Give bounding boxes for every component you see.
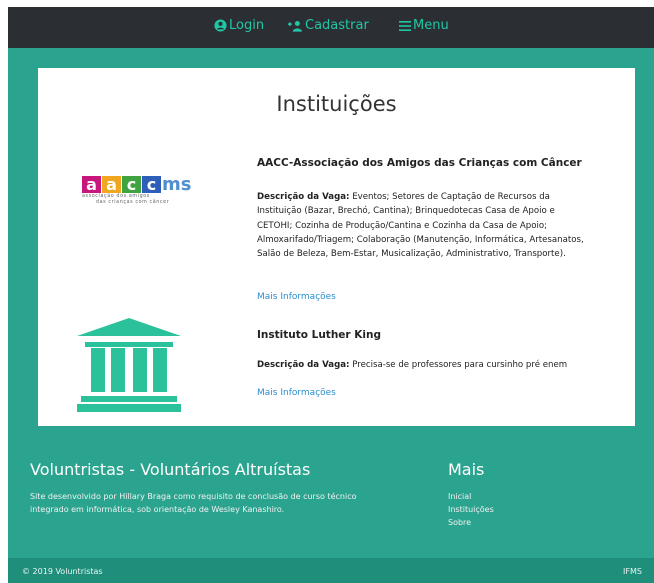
page-title: Instituições	[276, 92, 397, 116]
footer-links: Inicial Instituições Sobre	[448, 490, 494, 529]
copyright-text: © 2019 Voluntristas	[22, 567, 103, 576]
description-label: Descrição da Vaga:	[257, 360, 350, 370]
aacc-logo[interactable]: a a c c ms associação dos amigos das criança…	[82, 175, 191, 205]
register-label: Cadastrar	[305, 18, 369, 33]
logo-letter: ms	[162, 174, 192, 195]
footer-link-sobre[interactable]: Sobre	[448, 516, 494, 529]
institution-name: Instituto Luther King	[257, 329, 381, 341]
footer-link-instituicoes[interactable]: Instituições	[448, 503, 494, 516]
institutions-card: Instituições a a c c ms associação dos amigo…	[38, 68, 635, 426]
login-link[interactable]: Login	[214, 18, 264, 33]
logo-tagline: das crianças com câncer	[96, 199, 170, 205]
menu-link[interactable]: Menu	[399, 18, 449, 33]
description-text: Eventos; Setores de Captação de Recursos…	[257, 192, 584, 260]
hamburger-icon	[399, 20, 411, 31]
user-circle-icon	[214, 19, 227, 32]
register-link[interactable]: Cadastrar	[288, 18, 369, 33]
footer-title: Voluntristas - Voluntários Altruístas	[30, 460, 311, 479]
description-label: Descrição da Vaga:	[257, 192, 350, 202]
footer: Voluntristas - Voluntários Altruístas Si…	[8, 440, 654, 558]
institution-building-icon[interactable]	[77, 318, 181, 412]
institution-description: Descrição da Vaga: Precisa-se de profess…	[257, 358, 597, 372]
logo-letter: c	[122, 176, 141, 193]
footer-link-inicial[interactable]: Inicial	[448, 490, 494, 503]
login-label: Login	[229, 18, 265, 33]
logo-letter: a	[102, 176, 121, 193]
footer-more-title: Mais	[448, 460, 485, 479]
copyright-bar: © 2019 Voluntristas IFMS	[8, 558, 654, 583]
more-info-link[interactable]: Mais Informações	[257, 388, 336, 398]
description-text: Precisa-se de professores para cursinho …	[349, 360, 568, 370]
aacc-logo-letters: a a c c ms	[82, 175, 191, 194]
ifms-link[interactable]: IFMS	[623, 567, 642, 576]
institution-description: Descrição da Vaga: Eventos; Setores de C…	[257, 190, 587, 261]
logo-letter: c	[142, 176, 161, 193]
menu-label: Menu	[413, 18, 449, 33]
more-info-link[interactable]: Mais Informações	[257, 292, 336, 302]
top-strip	[0, 0, 654, 7]
logo-letter: a	[82, 176, 101, 193]
user-plus-icon	[288, 20, 303, 32]
top-navbar: Login Cadastrar Menu	[8, 7, 654, 48]
institution-name: AACC-Associação dos Amigos das Crianças …	[257, 157, 582, 169]
footer-description: Site desenvolvido por Hillary Braga como…	[30, 492, 357, 514]
